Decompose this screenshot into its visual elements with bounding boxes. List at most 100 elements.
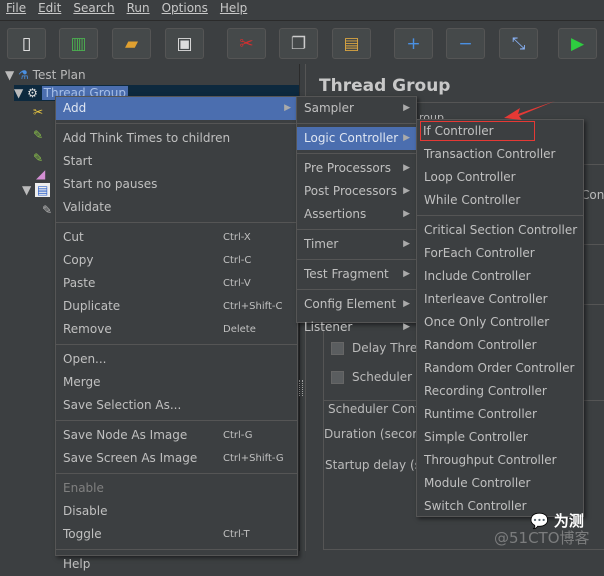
graph-icon: ◢ bbox=[36, 167, 46, 181]
menu-item-random-controller[interactable]: Random Controller bbox=[417, 334, 583, 357]
menu-item-random-order-controller[interactable]: Random Order Controller bbox=[417, 357, 583, 380]
open-folder-button[interactable]: ▰ bbox=[112, 28, 151, 59]
menu-item-loop-controller[interactable]: Loop Controller bbox=[417, 166, 583, 189]
toolbar: ▯ ▥ ▰ ▣ ✂ ❐ ▤ + − ⤡ ▶ bbox=[0, 20, 604, 62]
menu-item-save-node-as-image[interactable]: Save Node As Image Ctrl-G bbox=[56, 424, 297, 447]
menu-item-sampler[interactable]: Sampler ▶ bbox=[297, 97, 416, 120]
menu-help[interactable]: Help bbox=[214, 0, 253, 18]
splitter-handle[interactable] bbox=[299, 380, 303, 396]
scheduler-checkbox[interactable]: Scheduler bbox=[331, 370, 412, 384]
menu-item-timer[interactable]: Timer ▶ bbox=[297, 233, 416, 256]
copy-button[interactable]: ❐ bbox=[279, 28, 318, 59]
menu-item-label: Recording Controller bbox=[424, 384, 547, 398]
menu-separator bbox=[56, 222, 297, 223]
add-submenu: Sampler ▶ Logic Controller ▶ Pre Processors ▶… bbox=[296, 96, 417, 334]
templates-button[interactable]: ▥ bbox=[59, 28, 98, 59]
save-icon: ▣ bbox=[176, 33, 193, 54]
menu-item-label: Disable bbox=[63, 504, 108, 518]
menu-item-transaction-controller[interactable]: Transaction Controller bbox=[417, 143, 583, 166]
menu-file[interactable]: File bbox=[0, 0, 32, 18]
menu-item-foreach-controller[interactable]: ForEach Controller bbox=[417, 242, 583, 265]
start-play-button[interactable]: ▶ bbox=[558, 28, 597, 59]
toggle-button[interactable]: ⤡ bbox=[499, 28, 538, 59]
menu-item-module-controller[interactable]: Module Controller bbox=[417, 472, 583, 495]
save-button[interactable]: ▣ bbox=[165, 28, 204, 59]
menu-item-remove[interactable]: Remove Delete bbox=[56, 318, 297, 341]
menu-item-label: Simple Controller bbox=[424, 430, 528, 444]
submenu-arrow-icon: ▶ bbox=[403, 239, 410, 249]
tree-item-controller[interactable]: ▼ ▤ bbox=[22, 182, 51, 198]
tree-item-test-plan[interactable]: ▼ ⚗ Test Plan bbox=[5, 67, 86, 83]
menu-item-throughput-controller[interactable]: Throughput Controller bbox=[417, 449, 583, 472]
menu-item-help[interactable]: Help bbox=[56, 553, 297, 576]
menu-item-label: Critical Section Controller bbox=[424, 223, 578, 237]
menu-item-paste[interactable]: Paste Ctrl-V bbox=[56, 272, 297, 295]
menu-item-add-think-times-to-children[interactable]: Add Think Times to children bbox=[56, 127, 297, 150]
menu-item-interleave-controller[interactable]: Interleave Controller bbox=[417, 288, 583, 311]
menu-item-label: Assertions bbox=[304, 207, 367, 221]
expand-plus-icon: + bbox=[406, 33, 421, 54]
shortcut-label: Ctrl+Shift-G bbox=[223, 453, 284, 464]
expand-plus-button[interactable]: + bbox=[394, 28, 433, 59]
menu-item-post-processors[interactable]: Post Processors ▶ bbox=[297, 180, 416, 203]
menu-separator bbox=[56, 473, 297, 474]
menu-item-start[interactable]: Start bbox=[56, 150, 297, 173]
menu-search[interactable]: Search bbox=[67, 0, 120, 18]
menu-item-logic-controller[interactable]: Logic Controller ▶ bbox=[297, 127, 416, 150]
menu-item-merge[interactable]: Merge bbox=[56, 371, 297, 394]
menu-item-validate[interactable]: Validate bbox=[56, 196, 297, 219]
menu-item-recording-controller[interactable]: Recording Controller bbox=[417, 380, 583, 403]
submenu-arrow-icon: ▶ bbox=[403, 163, 410, 173]
delay-thread-checkbox[interactable]: Delay Threa bbox=[331, 341, 425, 355]
gear-icon: ⚙ bbox=[27, 86, 38, 100]
logic-controller-submenu: If Controller Transaction Controller Loop … bbox=[416, 119, 584, 517]
menu-separator bbox=[297, 289, 416, 290]
menu-item-copy[interactable]: Copy Ctrl-C bbox=[56, 249, 297, 272]
new-file-button[interactable]: ▯ bbox=[7, 28, 46, 59]
menu-item-label: Post Processors bbox=[304, 184, 397, 198]
menu-item-critical-section-controller[interactable]: Critical Section Controller bbox=[417, 219, 583, 242]
menu-options[interactable]: Options bbox=[156, 0, 214, 18]
menu-item-start-no-pauses[interactable]: Start no pauses bbox=[56, 173, 297, 196]
menu-item-label: While Controller bbox=[424, 193, 521, 207]
menu-item-simple-controller[interactable]: Simple Controller bbox=[417, 426, 583, 449]
new-file-icon: ▯ bbox=[21, 33, 32, 54]
watermark-site: @51CTO博客 bbox=[494, 529, 590, 547]
menu-item-save-screen-as-image[interactable]: Save Screen As Image Ctrl+Shift-G bbox=[56, 447, 297, 470]
menu-item-label: Open... bbox=[63, 352, 107, 366]
menu-item-include-controller[interactable]: Include Controller bbox=[417, 265, 583, 288]
duration-label: Duration (secon bbox=[324, 427, 420, 441]
menu-item-label: Merge bbox=[63, 375, 101, 389]
menu-item-disable[interactable]: Disable bbox=[56, 500, 297, 523]
menu-item-enable[interactable]: Enable bbox=[56, 477, 297, 500]
submenu-arrow-icon: ▶ bbox=[403, 269, 410, 279]
menu-run[interactable]: Run bbox=[121, 0, 156, 18]
collapse-minus-icon: − bbox=[458, 33, 473, 54]
menu-item-add[interactable]: Add ▶ bbox=[56, 97, 297, 120]
menu-edit[interactable]: Edit bbox=[32, 0, 67, 18]
menu-item-duplicate[interactable]: Duplicate Ctrl+Shift-C bbox=[56, 295, 297, 318]
menu-separator bbox=[56, 420, 297, 421]
menu-item-assertions[interactable]: Assertions ▶ bbox=[297, 203, 416, 226]
menu-item-label: Enable bbox=[63, 481, 104, 495]
menu-item-once-only-controller[interactable]: Once Only Controller bbox=[417, 311, 583, 334]
menu-item-while-controller[interactable]: While Controller bbox=[417, 189, 583, 212]
toggle-icon: ⤡ bbox=[511, 33, 526, 54]
collapse-minus-button[interactable]: − bbox=[446, 28, 485, 59]
menu-item-config-element[interactable]: Config Element ▶ bbox=[297, 293, 416, 316]
menu-item-listener[interactable]: Listener ▶ bbox=[297, 316, 416, 339]
paste-button[interactable]: ▤ bbox=[332, 28, 371, 59]
menu-item-pre-processors[interactable]: Pre Processors ▶ bbox=[297, 157, 416, 180]
menu-item-test-fragment[interactable]: Test Fragment ▶ bbox=[297, 263, 416, 286]
menu-item-save-selection-as[interactable]: Save Selection As... bbox=[56, 394, 297, 417]
cut-button[interactable]: ✂ bbox=[227, 28, 266, 59]
menu-item-cut[interactable]: Cut Ctrl-X bbox=[56, 226, 297, 249]
menu-item-open[interactable]: Open... bbox=[56, 348, 297, 371]
menu-item-runtime-controller[interactable]: Runtime Controller bbox=[417, 403, 583, 426]
menu-item-label: Pre Processors bbox=[304, 161, 391, 175]
startup-delay-label: Startup delay (se bbox=[325, 458, 429, 472]
menu-separator bbox=[297, 259, 416, 260]
menu-item-label: Remove bbox=[63, 322, 112, 336]
menu-item-toggle[interactable]: Toggle Ctrl-T bbox=[56, 523, 297, 546]
menu-item-label: Interleave Controller bbox=[424, 292, 548, 306]
